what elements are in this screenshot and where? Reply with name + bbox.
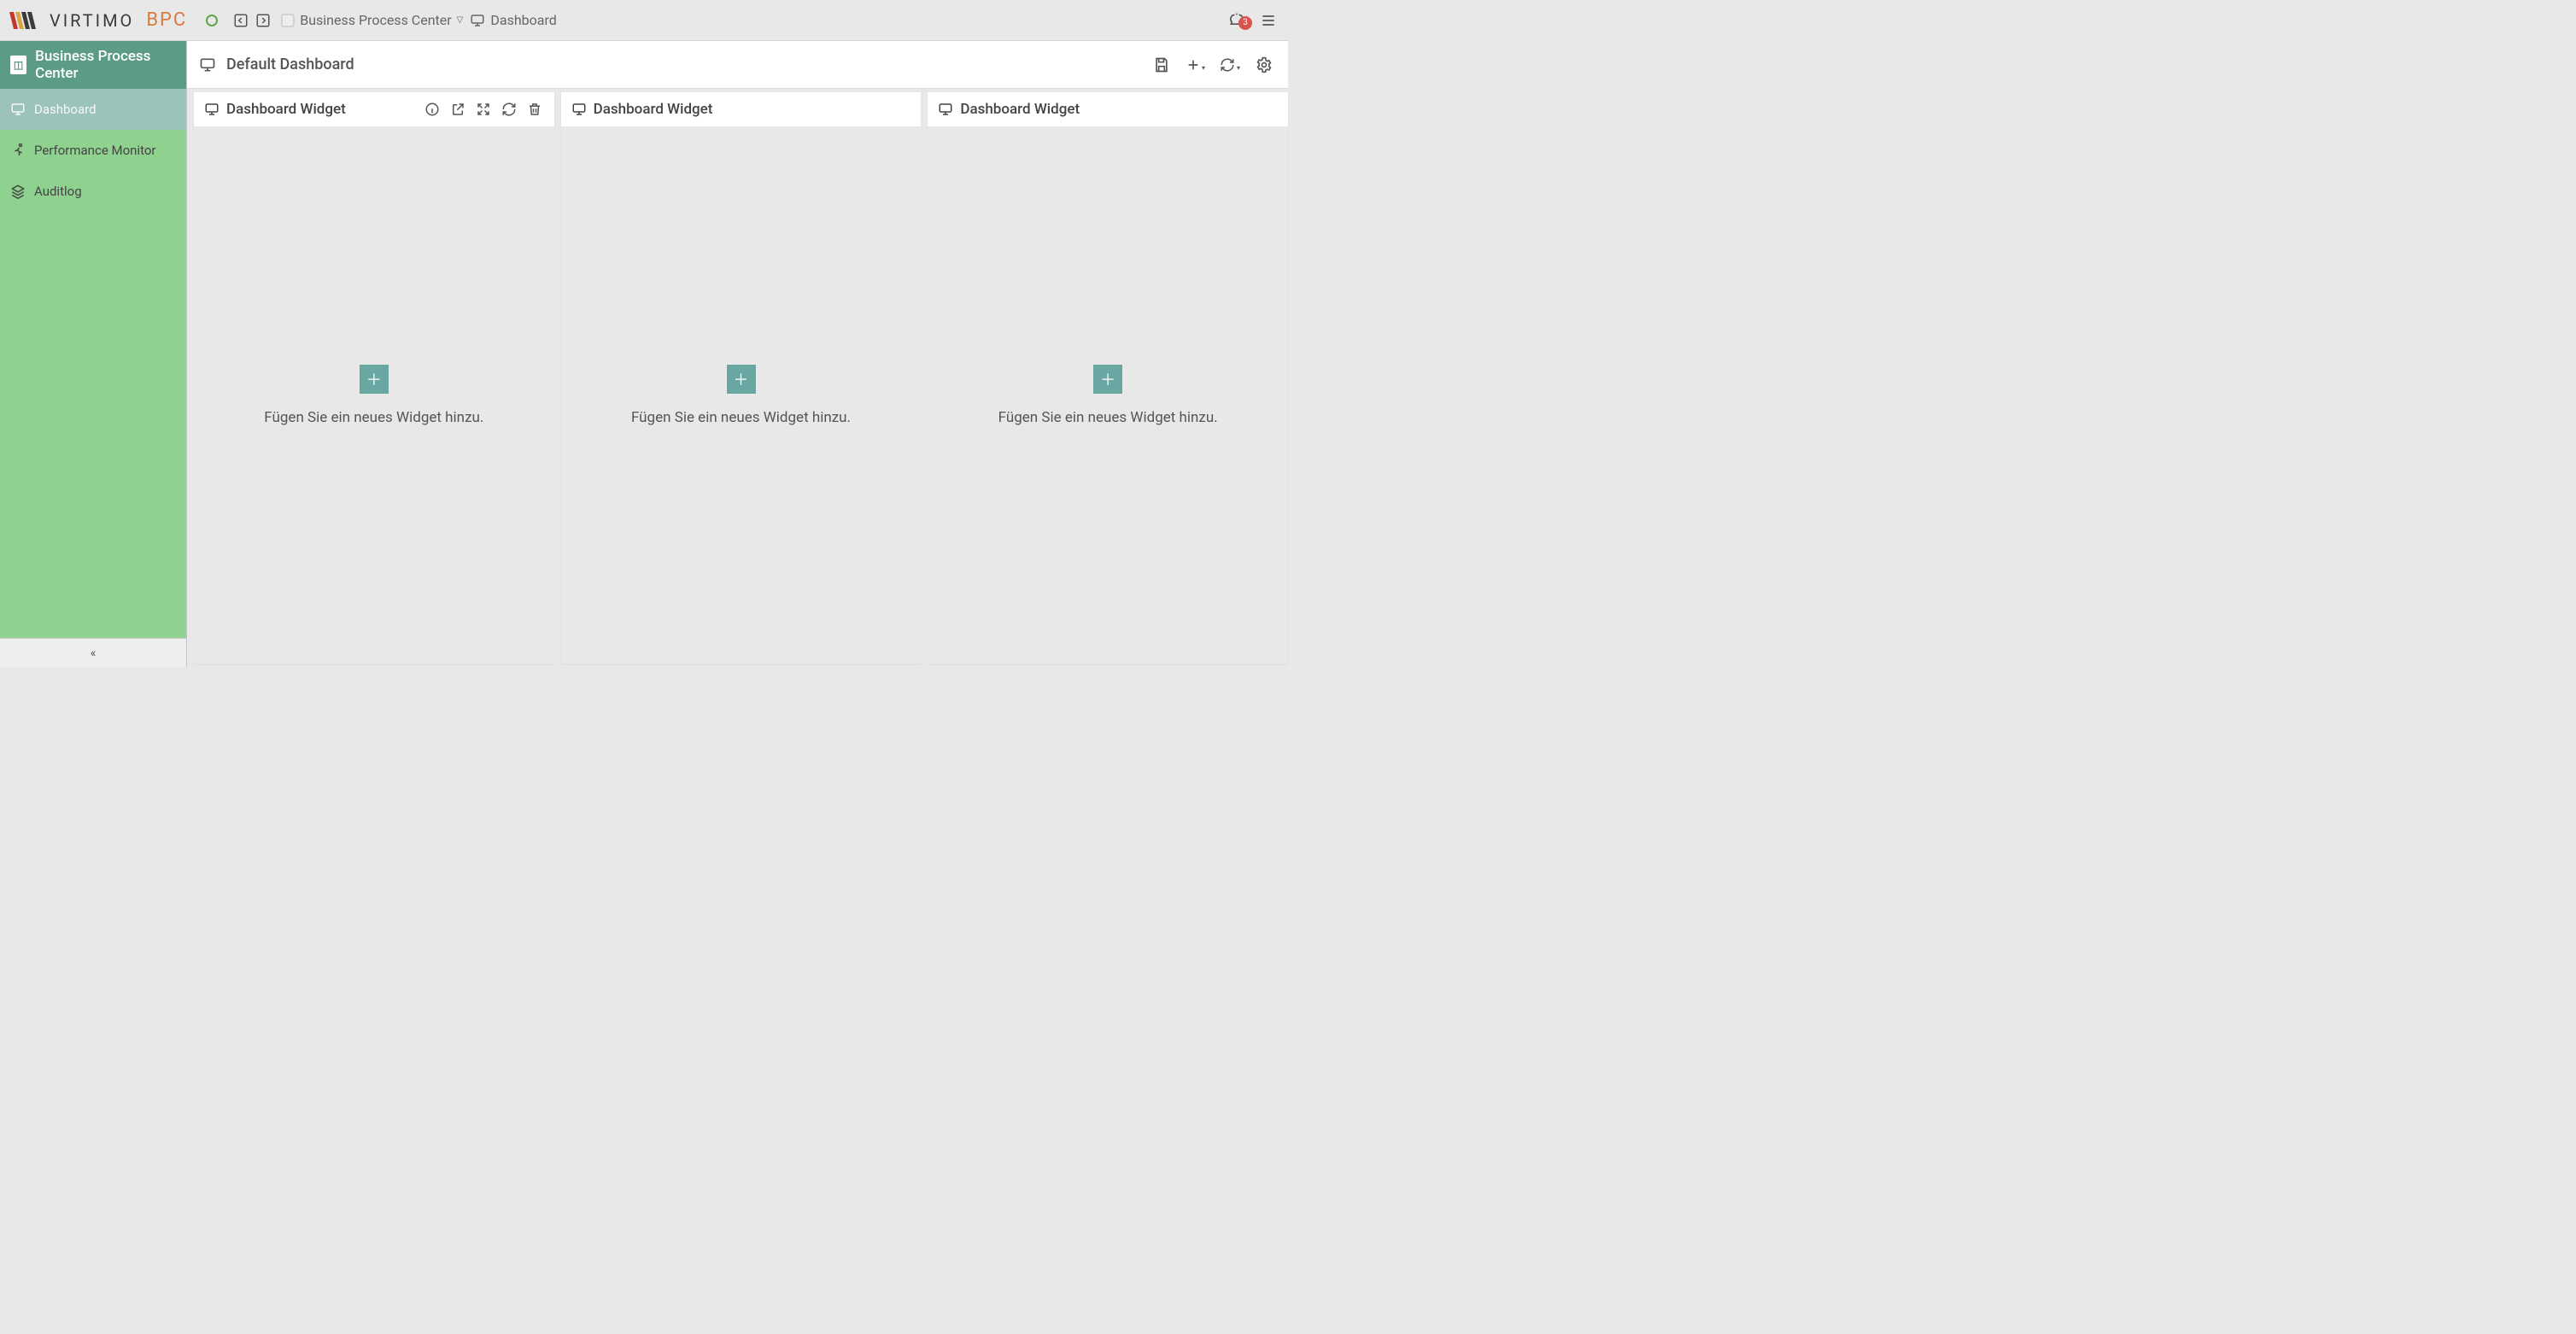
notifications-button[interactable]: 3 xyxy=(1228,11,1252,30)
breadcrumb-app-label: Business Process Center xyxy=(300,12,451,28)
widget-title: Dashboard Widget xyxy=(226,101,346,118)
notification-count-badge: 3 xyxy=(1238,16,1252,30)
plus-icon: ＋ xyxy=(366,368,382,390)
monitor-icon xyxy=(571,102,587,117)
breadcrumb-page[interactable]: Dashboard xyxy=(470,12,556,28)
add-widget-button[interactable]: ▾ xyxy=(1184,53,1208,77)
nav-back-button[interactable] xyxy=(230,9,252,32)
chevron-down-icon: ▽ xyxy=(457,15,464,25)
widget-add-button[interactable]: ＋ xyxy=(727,365,756,394)
widget-header: Dashboard Widget xyxy=(561,92,922,126)
monitor-icon xyxy=(199,56,216,73)
settings-button[interactable] xyxy=(1252,53,1276,77)
page-title: Default Dashboard xyxy=(226,56,354,73)
widget-body: ＋ Fügen Sie ein neues Widget hinzu. xyxy=(194,126,554,664)
sidebar-item-performance-monitor[interactable]: Performance Monitor xyxy=(0,130,186,171)
plus-icon: ＋ xyxy=(1100,368,1115,390)
monitor-icon xyxy=(938,102,953,117)
widget-body: ＋ Fügen Sie ein neues Widget hinzu. xyxy=(928,126,1288,664)
monitor-icon xyxy=(470,13,485,28)
widget-header: Dashboard Widget xyxy=(928,92,1288,126)
chevron-double-left-icon: « xyxy=(91,647,97,660)
widget-add-button[interactable]: ＋ xyxy=(1093,365,1122,394)
widget-info-button[interactable] xyxy=(423,100,442,119)
nav-forward-button[interactable] xyxy=(252,9,274,32)
sidebar-collapse-button[interactable]: « xyxy=(0,638,186,667)
widget-add-text: Fügen Sie ein neues Widget hinzu. xyxy=(998,409,1218,426)
content-header: Default Dashboard ▾ ▾ xyxy=(187,41,1288,89)
plus-icon: ＋ xyxy=(734,368,749,390)
widgets-row: Dashboard Widget xyxy=(187,89,1288,667)
widget-delete-button[interactable] xyxy=(525,100,544,119)
sidebar-item-auditlog[interactable]: Auditlog xyxy=(0,171,186,212)
widget-title: Dashboard Widget xyxy=(960,101,1080,118)
hamburger-menu-button[interactable] xyxy=(1257,9,1279,32)
content: Default Dashboard ▾ ▾ xyxy=(187,41,1288,667)
runner-icon xyxy=(10,143,26,158)
brand-stripes-icon xyxy=(9,12,43,29)
widget-title: Dashboard Widget xyxy=(594,101,713,118)
widget-panel: Dashboard Widget ＋ Fügen Sie ein neues W… xyxy=(561,92,922,664)
brand-word: VIRTIMO xyxy=(50,10,134,31)
monitor-icon xyxy=(204,102,220,117)
widget-add-text: Fügen Sie ein neues Widget hinzu. xyxy=(264,409,483,426)
brand-logo: VIRTIMO BPC xyxy=(9,9,218,31)
layers-icon xyxy=(10,184,26,199)
monitor-icon xyxy=(10,102,26,117)
breadcrumb-page-label: Dashboard xyxy=(490,12,556,28)
widget-panel: Dashboard Widget xyxy=(194,92,554,664)
topbar: VIRTIMO BPC Business Process Center ▽ Da… xyxy=(0,0,1288,41)
app-chip-icon xyxy=(281,14,295,27)
sidebar-item-label: Auditlog xyxy=(34,184,82,199)
sidebar-item-label: Dashboard xyxy=(34,102,97,117)
save-button[interactable] xyxy=(1150,53,1174,77)
sidebar: ◫ Business Process Center Dashboard Perf… xyxy=(0,41,187,667)
widget-refresh-button[interactable] xyxy=(500,100,518,119)
chevron-down-icon: ▾ xyxy=(1237,64,1240,72)
widget-expand-button[interactable] xyxy=(474,100,493,119)
widget-body: ＋ Fügen Sie ein neues Widget hinzu. xyxy=(561,126,922,664)
bpc-label: BPC xyxy=(146,9,187,31)
sidebar-item-label: Performance Monitor xyxy=(34,143,155,158)
main-area: ◫ Business Process Center Dashboard Perf… xyxy=(0,41,1288,667)
widget-add-text: Fügen Sie ein neues Widget hinzu. xyxy=(631,409,851,426)
widget-open-external-button[interactable] xyxy=(448,100,467,119)
sidebar-logo-icon: ◫ xyxy=(10,56,26,74)
chevron-down-icon: ▾ xyxy=(1202,64,1205,72)
breadcrumb-app[interactable]: Business Process Center ▽ xyxy=(281,12,463,28)
widget-panel: Dashboard Widget ＋ Fügen Sie ein neues W… xyxy=(928,92,1288,664)
sidebar-title: Business Process Center xyxy=(35,48,176,82)
widget-header: Dashboard Widget xyxy=(194,92,554,126)
sidebar-item-dashboard[interactable]: Dashboard xyxy=(0,89,186,130)
status-indicator-icon xyxy=(206,15,218,26)
sidebar-header: ◫ Business Process Center xyxy=(0,41,186,89)
widget-add-button[interactable]: ＋ xyxy=(360,365,389,394)
refresh-dropdown-button[interactable]: ▾ xyxy=(1218,53,1242,77)
